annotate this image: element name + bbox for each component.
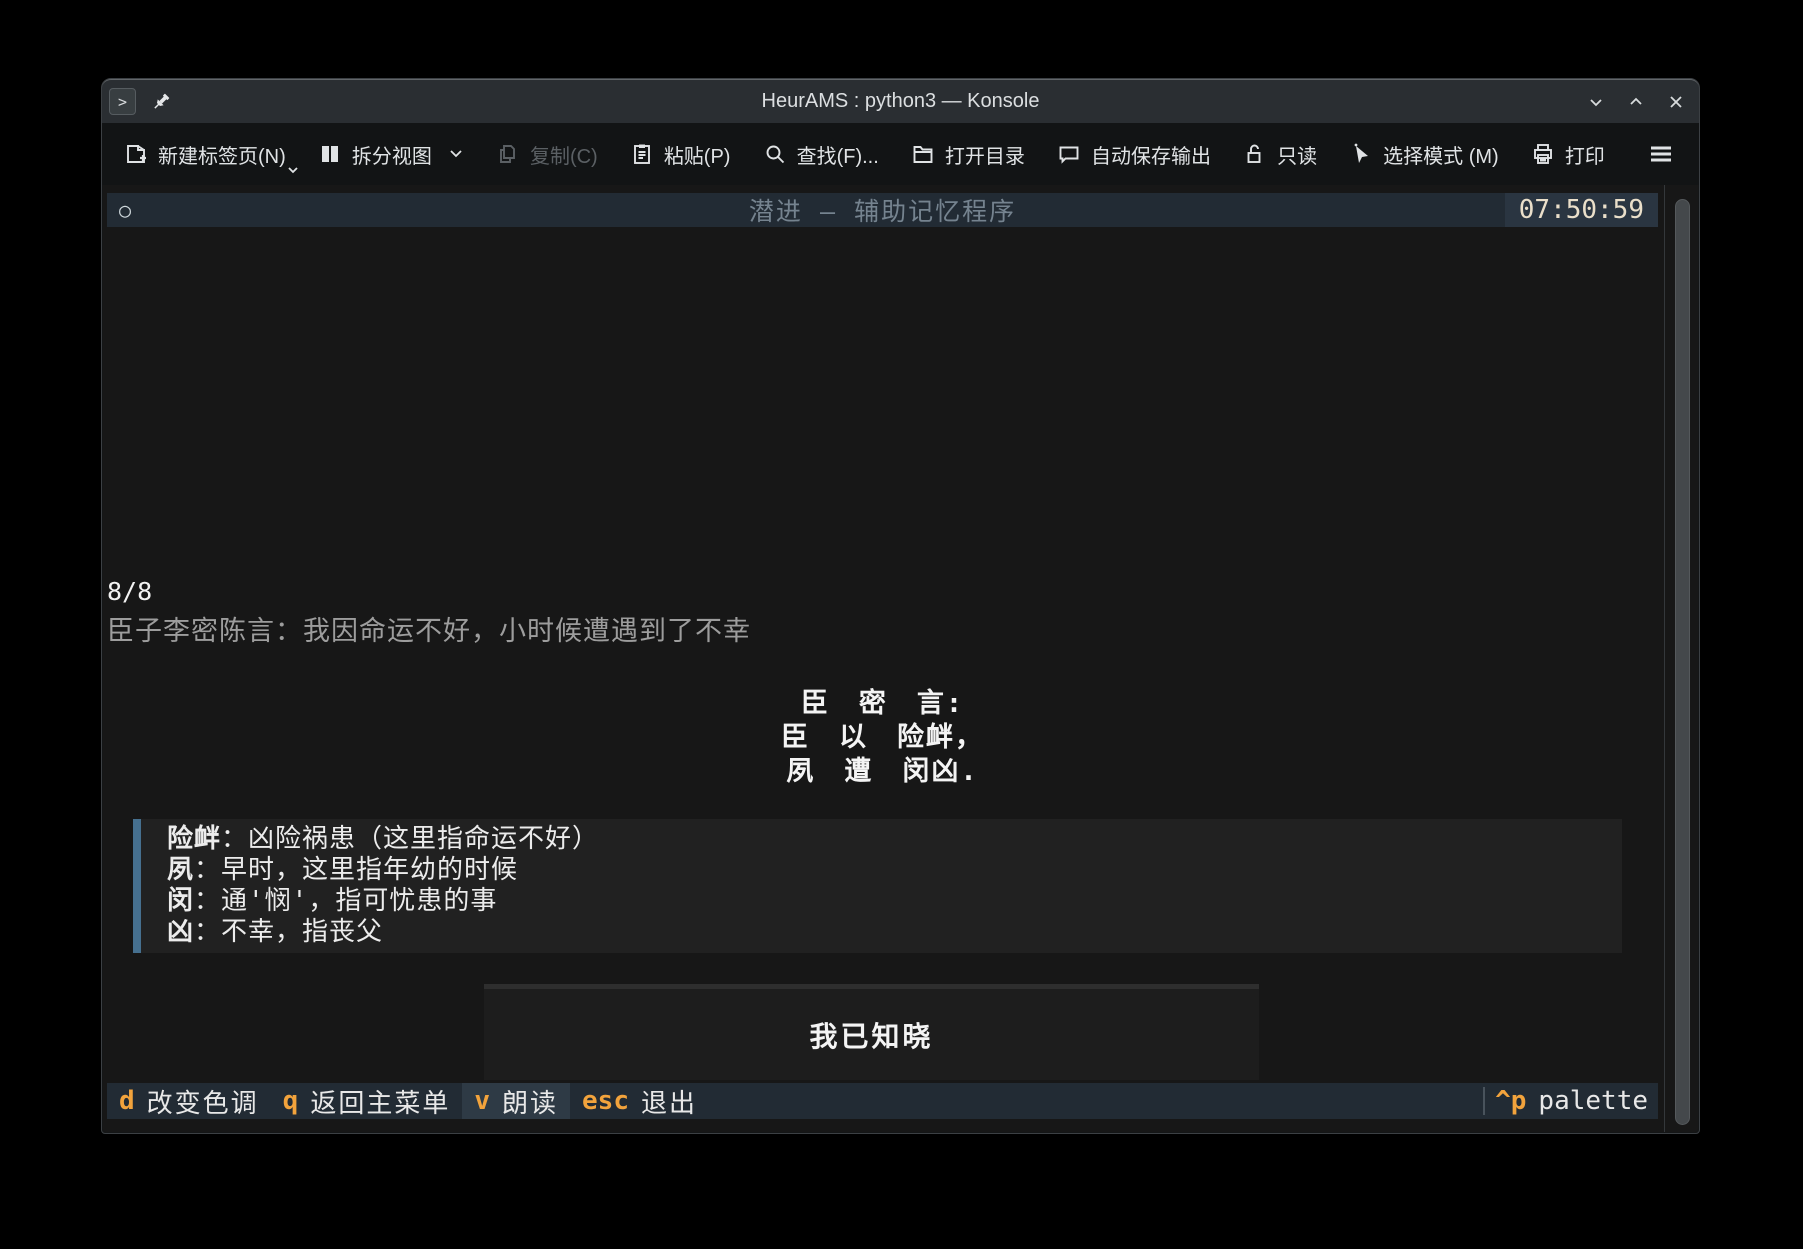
translation-hint: 臣子李密陈言：我因命运不好，小时候遭遇到了不幸 (107, 609, 751, 648)
chevron-down-icon (286, 165, 300, 175)
poem-line: 臣 密 言: (107, 687, 1658, 721)
scrollbar-track-line (1664, 185, 1665, 1132)
folder-icon (911, 142, 935, 166)
split-view-icon (318, 142, 342, 166)
tui-header-bar: ○ 潜进 – 辅助记忆程序 07:50:59 (107, 193, 1658, 227)
copy-button: 复制(C) (496, 140, 598, 169)
poem-line: 夙 遭 闵凶. (107, 755, 1658, 789)
menu-button[interactable] (1647, 142, 1675, 166)
search-icon (763, 142, 787, 166)
shortcut-main-menu[interactable]: q返回主菜单 (271, 1083, 463, 1119)
hamburger-icon (1647, 142, 1675, 166)
progress-counter: 8/8 (107, 577, 152, 606)
annotation-box: 险衅：凶险祸患（这里指命运不好） 夙：早时，这里指年幼的时候 闵：通'悯'，指可… (133, 819, 1622, 953)
shortcut-change-theme[interactable]: d改变色调 (107, 1083, 271, 1119)
shortcut-read-aloud[interactable]: v朗读 (462, 1083, 570, 1119)
unlock-icon (1243, 142, 1267, 166)
window-title: HeurAMS : python3 — Konsole (102, 90, 1699, 113)
output-bubble-icon (1057, 142, 1081, 166)
new-tab-icon (124, 142, 148, 166)
open-directory-button[interactable]: 打开目录 (911, 140, 1025, 169)
paste-icon (630, 142, 654, 166)
toolbar: 新建标签页(N) 拆分视图 复制(C) 粘贴(P) (102, 123, 1699, 185)
chevron-down-icon (448, 148, 464, 160)
poem-line: 臣 以 险衅， (107, 721, 1658, 755)
program-title: 潜进 – 辅助记忆程序 (107, 192, 1658, 228)
shortcut-bar: d改变色调 q返回主菜单 v朗读 esc退出 ^ppalette (107, 1083, 1658, 1119)
clock: 07:50:59 (1505, 193, 1658, 227)
cursor-icon (1349, 142, 1373, 166)
scrollbar-thumb[interactable] (1675, 199, 1690, 1125)
annotation-line: 险衅：凶险祸患（这里指命运不好） (167, 824, 1622, 855)
titlebar[interactable]: > HeurAMS : python3 — Konsole (102, 79, 1699, 123)
close-button[interactable] (1667, 93, 1685, 111)
read-only-button[interactable]: 只读 (1243, 140, 1317, 169)
annotation-line: 夙：早时，这里指年幼的时候 (167, 855, 1622, 886)
minimize-button[interactable] (1587, 93, 1605, 111)
find-button[interactable]: 查找(F)... (763, 140, 879, 169)
selection-mode-button[interactable]: 选择模式 (M) (1349, 140, 1499, 169)
auto-save-output-button[interactable]: 自动保存输出 (1057, 140, 1211, 169)
konsole-window: > HeurAMS : python3 — Konsole (101, 78, 1700, 1134)
acknowledge-button[interactable]: 我已知晓 (484, 984, 1259, 1080)
shortcut-exit[interactable]: esc退出 (570, 1083, 709, 1119)
new-tab-button[interactable]: 新建标签页(N) (124, 140, 286, 169)
annotation-line: 闵：通'悯'，指可忧患的事 (167, 886, 1622, 917)
terminal-area[interactable]: ○ 潜进 – 辅助记忆程序 07:50:59 8/8 臣子李密陈言：我因命运不好… (103, 185, 1698, 1132)
split-view-button[interactable]: 拆分视图 (318, 140, 464, 169)
print-button[interactable]: 打印 (1531, 140, 1605, 169)
shortcut-palette[interactable]: ^ppalette (1485, 1086, 1658, 1116)
maximize-button[interactable] (1627, 93, 1645, 111)
paste-button[interactable]: 粘贴(P) (630, 140, 731, 169)
printer-icon (1531, 142, 1555, 166)
poem-block: 臣 密 言: 臣 以 险衅， 夙 遭 闵凶. (107, 687, 1658, 789)
annotation-line: 凶：不幸，指丧父 (167, 917, 1622, 948)
copy-icon (496, 142, 520, 166)
